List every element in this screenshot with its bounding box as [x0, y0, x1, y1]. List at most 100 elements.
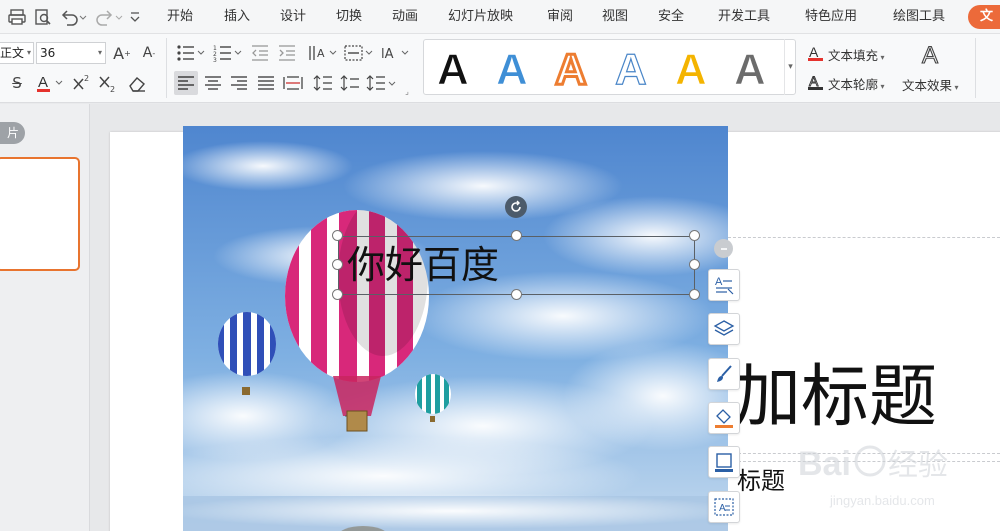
- tab-developer[interactable]: 开发工具: [718, 0, 770, 34]
- text-format-button[interactable]: A: [708, 269, 740, 301]
- balloon-photo[interactable]: [183, 126, 728, 531]
- subscript-icon[interactable]: 2: [96, 72, 118, 94]
- text-fill-label: 文本填充: [828, 48, 879, 63]
- align-text-icon[interactable]: [342, 42, 374, 64]
- resize-handle-bl[interactable]: [332, 289, 343, 300]
- baidu-watermark: Bai 经验 jingyan.baidu.com: [790, 425, 990, 531]
- redo-icon[interactable]: [94, 6, 124, 28]
- tab-view[interactable]: 视图: [602, 0, 628, 34]
- align-left-icon[interactable]: [174, 71, 198, 95]
- paragraph-spacing-icon[interactable]: [338, 71, 362, 95]
- text-effect-button[interactable]: 文本效果 ▾: [902, 75, 959, 94]
- text-fill-icon: A: [806, 43, 826, 63]
- tab-slideshow[interactable]: 幻灯片放映: [448, 0, 513, 34]
- tab-animations[interactable]: 动画: [392, 0, 418, 34]
- undo-icon[interactable]: [58, 6, 88, 28]
- style-preset-2[interactable]: A: [493, 44, 533, 101]
- text-wrap-button[interactable]: A: [708, 491, 740, 523]
- svg-text:jingyan.baidu.com: jingyan.baidu.com: [829, 493, 935, 508]
- increase-indent-icon[interactable]: [276, 42, 298, 64]
- tab-features[interactable]: 特色应用: [805, 0, 857, 34]
- text-effect-label: 文本效果: [902, 78, 953, 93]
- text-outline-icon: A: [806, 72, 826, 92]
- rotate-handle[interactable]: [505, 196, 527, 218]
- svg-text:lA: lA: [381, 47, 394, 62]
- slides-tab[interactable]: 片: [0, 122, 25, 144]
- ribbon: 正文 ▾ 36 ▾ A + A- S A 2 2 123 A lA ⌟ A A …: [0, 34, 1000, 103]
- eraser-icon[interactable]: [126, 72, 148, 94]
- svg-text:A: A: [555, 45, 587, 90]
- svg-text:经验: 经验: [888, 448, 948, 483]
- tab-drawing-tools[interactable]: 绘图工具: [893, 0, 945, 34]
- outline-button[interactable]: [708, 446, 740, 478]
- text-format-icon: A: [715, 276, 734, 295]
- svg-text:A: A: [922, 42, 938, 67]
- resize-handle-l[interactable]: [332, 259, 343, 270]
- svg-text:A: A: [615, 45, 647, 90]
- decrease-indent-icon[interactable]: [249, 42, 271, 64]
- gallery-scroll-button[interactable]: ▾: [784, 39, 796, 95]
- tab-design[interactable]: 设计: [280, 0, 306, 34]
- chevron-down-icon: ▾: [788, 62, 793, 72]
- superscript-icon[interactable]: 2: [70, 72, 92, 94]
- print-preview-icon[interactable]: [32, 6, 54, 28]
- text-style-gallery: A A A A A A: [423, 39, 796, 96]
- align-right-icon[interactable]: [227, 71, 251, 95]
- subtitle-placeholder[interactable]: 标题: [737, 466, 785, 496]
- bullet-list-icon[interactable]: [174, 42, 206, 64]
- font-color-icon[interactable]: A: [34, 72, 64, 94]
- tab-review[interactable]: 审阅: [547, 0, 573, 34]
- resize-handle-t[interactable]: [511, 230, 522, 241]
- increase-font-icon[interactable]: A +: [111, 42, 133, 64]
- chevron-down-icon: ▾: [97, 48, 102, 57]
- style-preset-6[interactable]: A: [731, 44, 771, 101]
- tab-insert[interactable]: 插入: [224, 0, 250, 34]
- brush-icon: [717, 365, 732, 382]
- menu-bar: 开始 插入 设计 切换 动画 幻灯片放映 审阅 视图 安全 开发工具 特色应用 …: [0, 0, 1000, 34]
- text-direction-icon[interactable]: A: [306, 42, 338, 64]
- svg-text:A: A: [715, 276, 723, 288]
- print-icon[interactable]: [6, 6, 28, 28]
- tab-home[interactable]: 开始: [167, 0, 193, 34]
- chevron-down-icon: ▾: [878, 82, 885, 91]
- strikethrough-icon[interactable]: S: [6, 72, 28, 94]
- style-preset-4[interactable]: A: [612, 44, 652, 101]
- distribute-icon[interactable]: [281, 71, 305, 95]
- slide-thumbnail[interactable]: [0, 157, 80, 271]
- fill-bucket-icon: [715, 409, 733, 428]
- text-fill-button[interactable]: 文本填充 ▾: [828, 45, 885, 64]
- textbox-content[interactable]: 你好百度: [347, 240, 499, 290]
- svg-text:Bai: Bai: [798, 445, 851, 483]
- format-painter-button[interactable]: [708, 358, 740, 390]
- resize-handle-b[interactable]: [511, 289, 522, 300]
- style-preset-3[interactable]: A: [552, 44, 592, 101]
- resize-handle-tr[interactable]: [689, 230, 700, 241]
- smart-art-icon[interactable]: lA: [378, 42, 410, 64]
- tab-transitions[interactable]: 切换: [336, 0, 362, 34]
- spacing-options-icon[interactable]: [365, 71, 397, 95]
- font-name-select[interactable]: 正文 ▾: [0, 42, 34, 64]
- resize-handle-tl[interactable]: [332, 230, 343, 241]
- resize-handle-r[interactable]: [689, 259, 700, 270]
- tab-text-tools[interactable]: 文: [968, 5, 1000, 29]
- justify-icon[interactable]: [254, 71, 278, 95]
- fill-button[interactable]: [708, 402, 740, 434]
- rotate-icon: [511, 200, 521, 212]
- text-outline-button[interactable]: 文本轮廓 ▾: [828, 74, 885, 93]
- font-size-select[interactable]: 36 ▾: [36, 42, 106, 64]
- resize-handle-br[interactable]: [689, 289, 700, 300]
- svg-text:A: A: [496, 45, 528, 90]
- tab-security[interactable]: 安全: [658, 0, 684, 34]
- paragraph-dialog-icon[interactable]: ⌟: [402, 86, 412, 96]
- style-preset-5[interactable]: A: [672, 44, 712, 101]
- style-preset-1[interactable]: A: [434, 44, 474, 101]
- collapse-button[interactable]: [714, 239, 733, 258]
- layers-icon: [713, 320, 735, 336]
- numbered-list-icon[interactable]: 123: [211, 42, 243, 64]
- decrease-font-icon[interactable]: A-: [138, 42, 160, 64]
- line-spacing-icon[interactable]: [311, 71, 335, 95]
- ribbon-separator: [166, 38, 167, 98]
- customize-icon[interactable]: [124, 6, 146, 28]
- layers-button[interactable]: [708, 313, 740, 345]
- align-center-icon[interactable]: [201, 71, 225, 95]
